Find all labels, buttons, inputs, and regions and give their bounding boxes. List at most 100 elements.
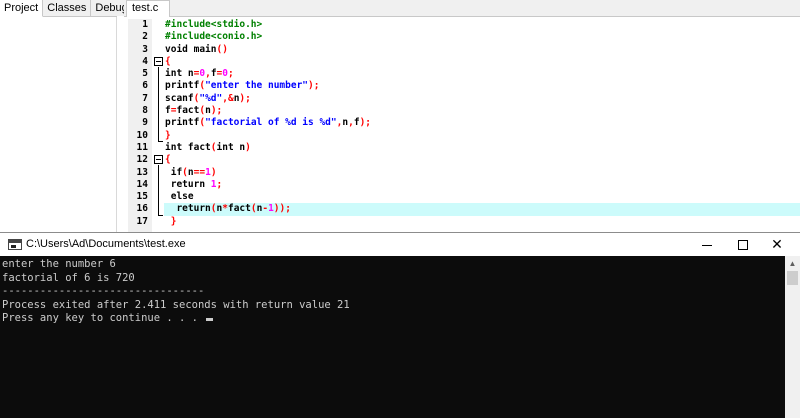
code-token: );	[239, 92, 251, 104]
line-number: 7	[142, 92, 148, 104]
code-line[interactable]: {	[164, 154, 800, 166]
code-line[interactable]: }	[164, 216, 800, 228]
code-token: "factorial of %d is %d"	[205, 117, 337, 129]
line-number: 9	[142, 117, 148, 129]
code-token: printf	[165, 80, 200, 92]
terminal-line-text: enter the number 6	[2, 258, 116, 270]
code-line[interactable]: #include<stdio.h>	[164, 19, 800, 31]
terminal-line: enter the number 6	[2, 258, 785, 272]
code-token: );	[359, 117, 372, 129]
code-line[interactable]: #include<conio.h>	[164, 31, 800, 43]
code-token: "%d"	[199, 92, 223, 104]
code-token: }	[165, 129, 171, 141]
line-number: 12	[136, 154, 148, 166]
scroll-up-arrow-icon[interactable]: ▲	[785, 256, 800, 271]
line-number: 3	[142, 43, 148, 55]
code-line[interactable]: return(n*fact(n-1));	[164, 203, 800, 216]
terminal-line: Press any key to continue . . .	[2, 312, 785, 326]
fold-toggle-fact[interactable]	[154, 155, 163, 164]
code-line[interactable]: else	[164, 191, 800, 203]
line-number: 16	[136, 203, 148, 215]
terminal-line-text: Process exited after 2.411 seconds with …	[2, 298, 350, 311]
code-line[interactable]: printf("enter the number");	[164, 80, 800, 92]
terminal-line: --------------------------------	[2, 285, 785, 299]
close-icon: ✕	[771, 236, 783, 252]
line-number: 2	[142, 31, 148, 43]
file-tab-bar: test.c	[124, 0, 800, 17]
left-panel: Project Classes Debug	[0, 0, 133, 232]
code-token: );	[210, 105, 223, 117]
tab-classes[interactable]: Classes	[43, 0, 92, 16]
code-line[interactable]: printf("factorial of %d is %d",n,f);	[164, 117, 800, 129]
code-token: )	[245, 141, 251, 153]
code-line[interactable]: {	[164, 56, 800, 68]
code-line[interactable]: void main()	[164, 44, 800, 56]
code-token: void main	[165, 43, 217, 55]
left-panel-tabs: Project Classes Debug	[0, 0, 133, 17]
line-number: 10	[136, 129, 148, 141]
code-token: {	[165, 55, 171, 67]
code-line[interactable]: return 1;	[164, 179, 800, 191]
code-token: ==	[193, 166, 206, 178]
terminal-line-text: factorial of 6 is 720	[2, 271, 135, 284]
scroll-thumb[interactable]	[787, 271, 798, 285]
terminal-output[interactable]: enter the number 6 factorial of 6 is 720-…	[0, 256, 785, 418]
line-number: 17	[136, 215, 148, 227]
console-title-bar[interactable]: C:\Users\Ad\Documents\test.exe ✕	[0, 233, 800, 256]
code-token: "enter the number"	[205, 80, 309, 92]
line-number: 8	[142, 105, 148, 117]
terminal-line-text: --------------------------------	[2, 285, 205, 297]
code-line[interactable]: if(n==1)	[164, 167, 800, 179]
line-number: 14	[136, 178, 148, 190]
line-number: 15	[136, 191, 148, 203]
code-token: #include<conio.h>	[165, 31, 263, 43]
code-line[interactable]: int fact(int n)	[164, 142, 800, 154]
tab-project[interactable]: Project	[0, 0, 44, 17]
line-number: 1	[142, 19, 148, 30]
code-token: ;	[228, 68, 234, 80]
code-line[interactable]: f=fact(n);	[164, 105, 800, 117]
line-number: 11	[136, 141, 148, 153]
code-token: else	[165, 191, 194, 203]
code-token: ));	[273, 203, 291, 215]
terminal-line: factorial of 6 is 720	[2, 272, 785, 286]
close-button[interactable]: ✕	[754, 233, 800, 256]
minimize-icon	[702, 245, 712, 246]
code-token: int fact	[165, 141, 211, 153]
editor-area: test.c 1 2 3 4 5 6 7 8 9 10 11 12 13 14 15 16 17 #includ…	[124, 0, 800, 232]
line-number: 6	[142, 80, 148, 92]
console-app-icon	[8, 239, 22, 250]
fold-column	[152, 19, 164, 232]
fold-end-main	[158, 141, 163, 142]
code-token: int n	[216, 141, 246, 153]
fold-guide-main	[158, 67, 159, 141]
console-title: C:\Users\Ad\Documents\test.exe	[26, 238, 186, 250]
terminal-cursor	[206, 318, 214, 321]
code-token: ;	[216, 178, 223, 190]
code-line[interactable]: }	[164, 130, 800, 142]
code-token: printf	[165, 117, 200, 129]
code-line[interactable]: int n=0,f=0;	[164, 68, 800, 80]
code-token: return	[165, 178, 211, 190]
console-scrollbar[interactable]: ▲	[785, 256, 800, 418]
code-editor[interactable]: #include<stdio.h> #include<conio.h> void m…	[164, 19, 800, 232]
maximize-icon	[738, 239, 748, 250]
code-token: scanf	[165, 92, 194, 104]
code-token: int n	[165, 68, 194, 80]
line-number: 5	[142, 68, 148, 80]
code-token: fact	[227, 203, 251, 215]
fold-end-fact	[158, 215, 163, 216]
code-token: ()	[216, 43, 228, 55]
code-token: );	[308, 80, 320, 92]
ide-window: Project Classes Debug test.c 1 2 3 4 5 6 7 8 9 10…	[0, 0, 800, 232]
code-token: ,&	[222, 92, 234, 104]
line-number: 4	[142, 55, 148, 67]
fold-toggle-main[interactable]	[154, 57, 163, 66]
line-number-gutter: 1 2 3 4 5 6 7 8 9 10 11 12 13 14 15 16 17	[128, 19, 152, 232]
code-line[interactable]: scanf("%d",&n);	[164, 93, 800, 105]
file-tab-test-c[interactable]: test.c	[126, 0, 170, 17]
terminal-line-text: Press any key to continue . . .	[2, 312, 205, 324]
fold-guide-fact	[158, 165, 159, 215]
console-window: C:\Users\Ad\Documents\test.exe ✕ enter t…	[0, 232, 800, 418]
code-token: {	[165, 154, 171, 166]
